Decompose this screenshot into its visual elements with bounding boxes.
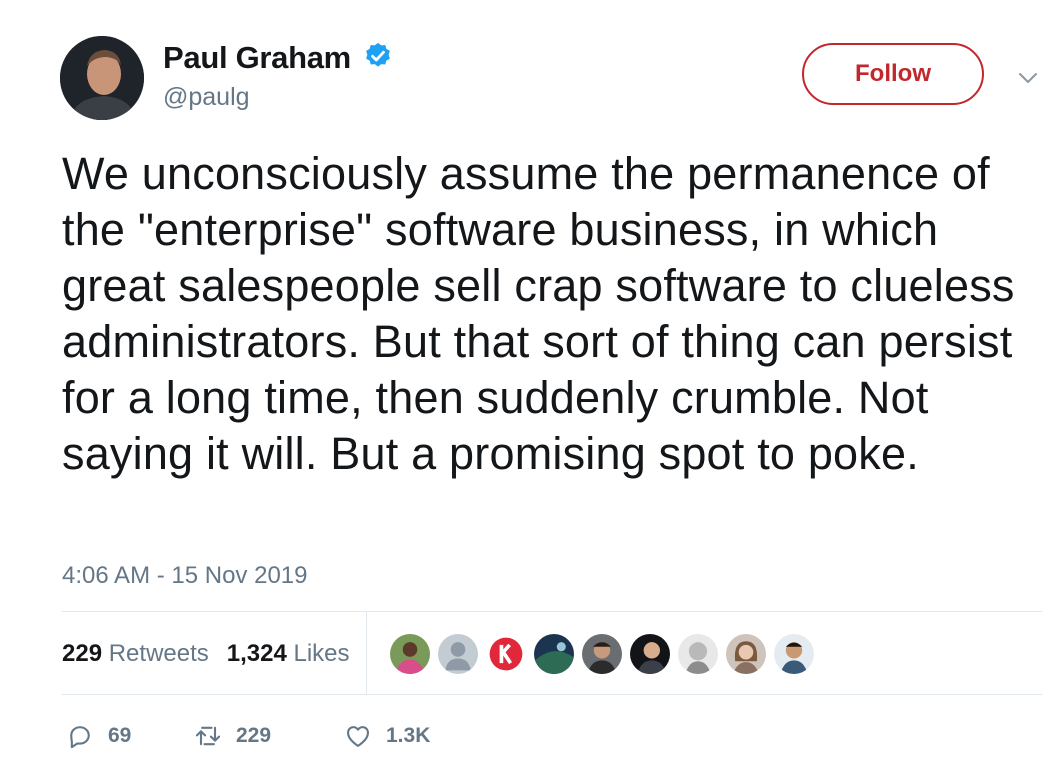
- liker-avatars: [388, 632, 816, 676]
- likes-stat[interactable]: 1,324 Likes: [227, 640, 350, 668]
- like-count: 1.3K: [386, 724, 431, 747]
- engagement-stats: 229 Retweets 1,324 Likes: [62, 640, 350, 668]
- chevron-down-icon[interactable]: [1016, 66, 1040, 90]
- author-handle[interactable]: @paulg: [163, 83, 250, 112]
- tweet-timestamp[interactable]: 4:06 AM - 15 Nov 2019: [62, 562, 307, 590]
- follow-button[interactable]: Follow: [802, 43, 984, 105]
- liker-avatar[interactable]: [484, 632, 528, 676]
- retweets-label: Retweets: [108, 640, 209, 667]
- likes-label: Likes: [293, 640, 350, 667]
- reply-icon: [70, 726, 90, 749]
- reply-button[interactable]: 69: [66, 722, 194, 750]
- author-name[interactable]: Paul Graham: [163, 40, 351, 76]
- retweets-count: 229: [62, 640, 103, 667]
- retweets-stat[interactable]: 229 Retweets: [62, 640, 209, 668]
- liker-avatar[interactable]: [532, 632, 576, 676]
- retweet-icon: [195, 726, 221, 746]
- liker-avatar[interactable]: [772, 632, 816, 676]
- liker-avatar[interactable]: [580, 632, 624, 676]
- heart-icon: [347, 726, 369, 747]
- liker-avatar[interactable]: [676, 632, 720, 676]
- divider: [62, 694, 1042, 695]
- author-avatar[interactable]: [60, 36, 144, 120]
- tweet-text: We unconsciously assume the permanence o…: [62, 148, 1015, 479]
- likes-count: 1,324: [226, 640, 287, 667]
- verified-badge-icon: [366, 42, 390, 67]
- stats-divider: [366, 612, 367, 694]
- tweet-actions: 69 229 1.3K: [66, 722, 430, 750]
- like-button[interactable]: 1.3K: [344, 722, 430, 750]
- liker-avatar[interactable]: [628, 632, 672, 676]
- retweet-button[interactable]: 229: [194, 722, 344, 750]
- liker-avatar[interactable]: [388, 632, 432, 676]
- liker-avatar[interactable]: [724, 632, 768, 676]
- liker-avatar[interactable]: [436, 632, 480, 676]
- reply-count: 69: [108, 724, 132, 747]
- divider: [62, 611, 1042, 612]
- retweet-count: 229: [236, 724, 272, 747]
